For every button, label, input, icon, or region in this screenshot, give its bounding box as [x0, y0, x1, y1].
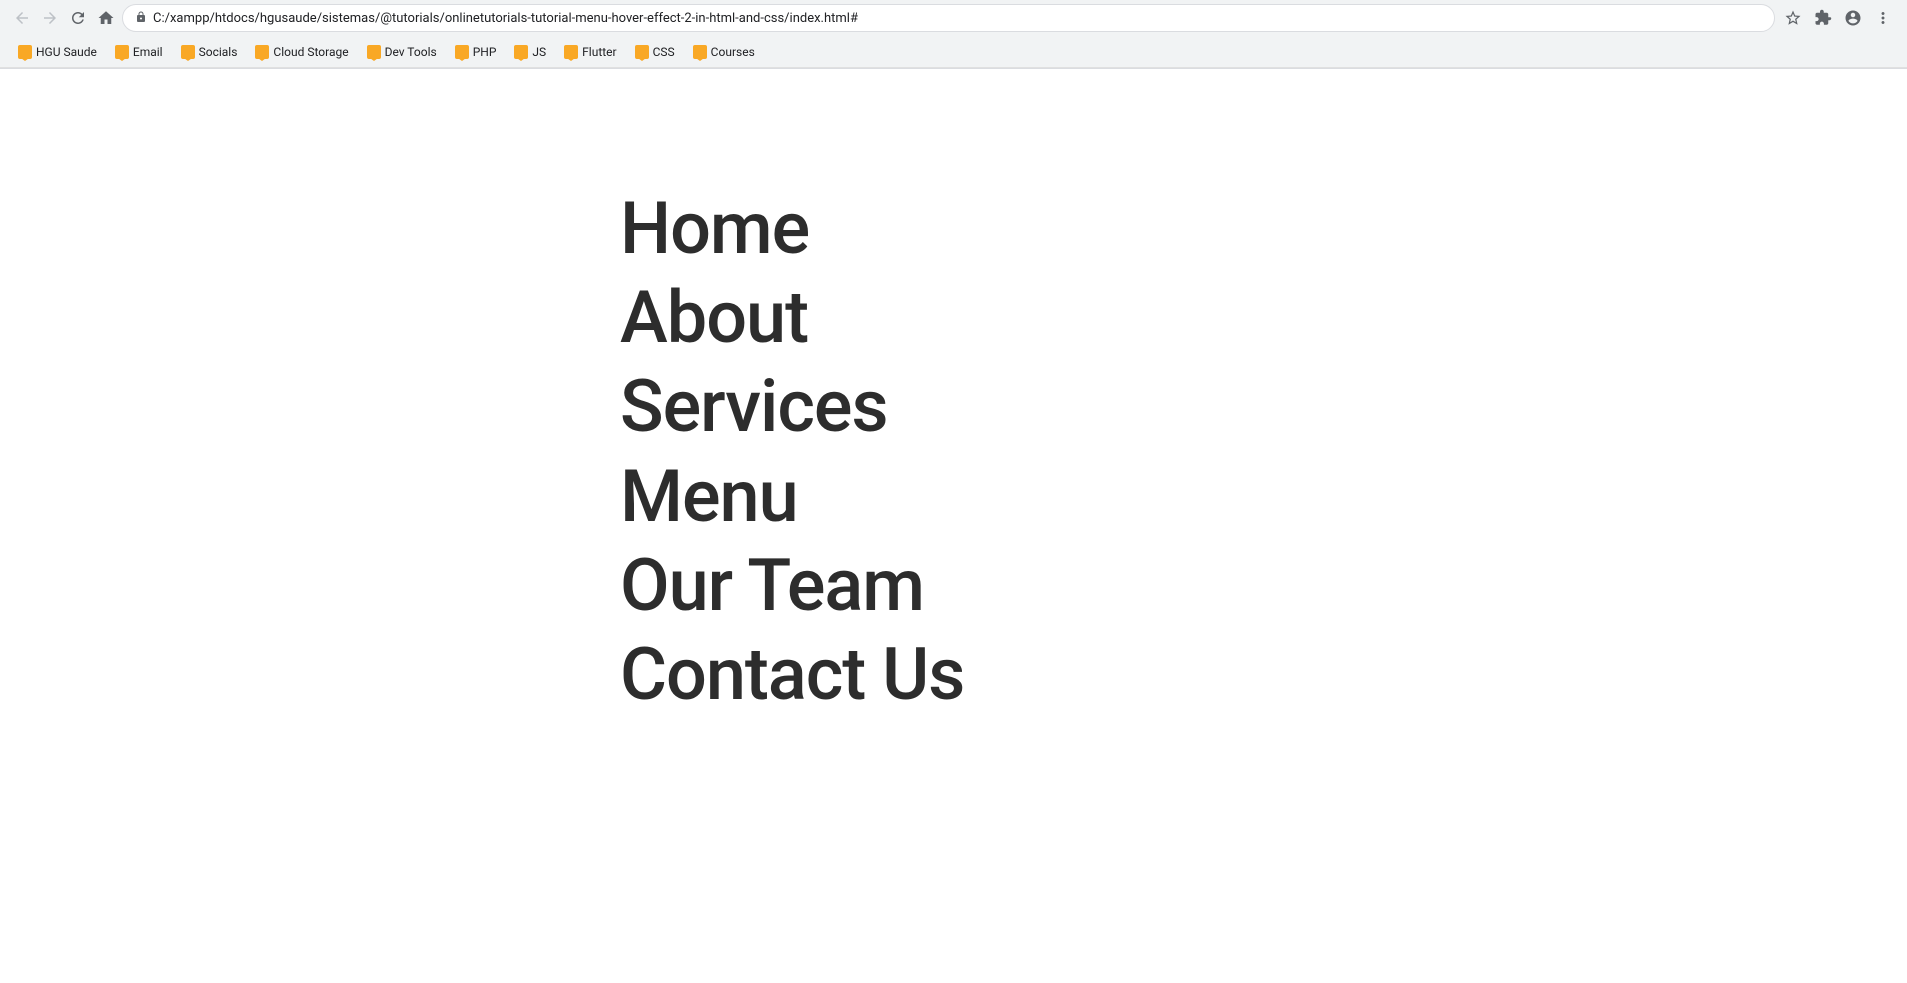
nav-menu: Home About Services Menu Our Team Contac… [620, 189, 964, 714]
bookmark-email[interactable]: Email [107, 42, 171, 62]
page-content: Home About Services Menu Our Team Contac… [0, 69, 1907, 714]
bookmark-label: Email [133, 45, 163, 59]
bookmark-label: Socials [199, 45, 238, 59]
nav-item-about[interactable]: About [620, 278, 964, 357]
bookmark-folder-icon [255, 45, 269, 59]
nav-item-menu[interactable]: Menu [620, 457, 964, 536]
address-text: C:/xampp/htdocs/hgusaude/sistemas/@tutor… [153, 11, 1762, 26]
bookmark-folder-icon [564, 45, 578, 59]
address-lock-icon [135, 11, 147, 26]
bookmark-folder-icon [635, 45, 649, 59]
bookmark-label: CSS [653, 45, 675, 59]
bookmark-folder-icon [18, 45, 32, 59]
browser-chrome: C:/xampp/htdocs/hgusaude/sistemas/@tutor… [0, 0, 1907, 69]
bookmark-socials[interactable]: Socials [173, 42, 246, 62]
bookmark-label: Flutter [582, 45, 616, 59]
forward-button[interactable] [38, 6, 62, 30]
bookmarks-bar: HGU Saude Email Socials Cloud Storage De… [0, 36, 1907, 68]
bookmark-label: Courses [711, 45, 755, 59]
bookmark-folder-icon [367, 45, 381, 59]
bookmark-label: JS [532, 45, 546, 59]
toolbar-right [1779, 4, 1897, 32]
bookmark-label: HGU Saude [36, 45, 97, 59]
reload-button[interactable] [66, 6, 90, 30]
profile-button[interactable] [1839, 4, 1867, 32]
nav-item-services[interactable]: Services [620, 367, 964, 446]
bookmark-folder-icon [115, 45, 129, 59]
menu-button[interactable] [1869, 4, 1897, 32]
bookmark-label: PHP [473, 45, 497, 59]
bookmark-label: Cloud Storage [273, 45, 348, 59]
bookmark-star-button[interactable] [1779, 4, 1807, 32]
nav-item-our-team[interactable]: Our Team [620, 546, 964, 625]
extensions-button[interactable] [1809, 4, 1837, 32]
bookmark-js[interactable]: JS [506, 42, 554, 62]
bookmark-folder-icon [693, 45, 707, 59]
bookmark-flutter[interactable]: Flutter [556, 42, 624, 62]
bookmark-folder-icon [455, 45, 469, 59]
bookmark-courses[interactable]: Courses [685, 42, 763, 62]
browser-toolbar: C:/xampp/htdocs/hgusaude/sistemas/@tutor… [0, 0, 1907, 36]
bookmark-css[interactable]: CSS [627, 42, 683, 62]
home-button[interactable] [94, 6, 118, 30]
bookmark-folder-icon [181, 45, 195, 59]
bookmark-dev-tools[interactable]: Dev Tools [359, 42, 445, 62]
address-bar[interactable]: C:/xampp/htdocs/hgusaude/sistemas/@tutor… [122, 4, 1775, 32]
bookmark-label: Dev Tools [385, 45, 437, 59]
nav-item-home[interactable]: Home [620, 189, 964, 268]
back-button[interactable] [10, 6, 34, 30]
bookmark-php[interactable]: PHP [447, 42, 505, 62]
bookmark-hgu-saude[interactable]: HGU Saude [10, 42, 105, 62]
bookmark-cloud-storage[interactable]: Cloud Storage [247, 42, 356, 62]
bookmark-folder-icon [514, 45, 528, 59]
nav-item-contact-us[interactable]: Contact Us [620, 635, 964, 714]
